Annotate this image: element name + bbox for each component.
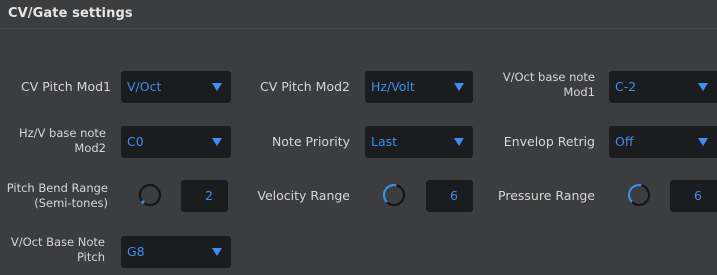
pitch-bend-range-knob[interactable] (137, 182, 163, 208)
rotary-knob-icon (627, 183, 651, 207)
voct-base-note-mod1-dropdown[interactable]: C-2 (609, 71, 717, 103)
knob-level-marker (141, 200, 145, 204)
pressure-range-knob[interactable] (626, 182, 652, 208)
pressure-range-label: Pressure Range (498, 188, 595, 203)
velocity-range-value: 6 (450, 188, 458, 203)
knob-level-arc (627, 183, 642, 203)
cv-pitch-mod1-label: CV Pitch Mod1 (21, 79, 111, 94)
hzv-base-note-mod2-dropdown[interactable]: C0 (121, 126, 231, 158)
voct-base-note-pitch-value: G8 (127, 244, 145, 259)
pitch-bend-range-value: 2 (205, 188, 213, 203)
voct-base-note-pitch-dropdown[interactable]: G8 (121, 236, 231, 268)
envelop-retrig-value: Off (615, 134, 634, 149)
velocity-range-knob[interactable] (381, 182, 407, 208)
chevron-down-icon (212, 138, 222, 146)
note-priority-label: Note Priority (271, 134, 350, 149)
cv-pitch-mod2-dropdown[interactable]: Hz/Volt (365, 71, 473, 103)
knob-level-arc (382, 183, 397, 203)
voct-base-note-pitch-label-line1: V/Oct Base Note (10, 235, 105, 249)
chevron-down-icon (454, 83, 464, 91)
pitch-bend-range-label-line2: (Semi-tones) (34, 196, 108, 210)
rotary-knob-icon (382, 183, 406, 207)
velocity-range-field[interactable]: 6 (426, 180, 473, 212)
rotary-knob-icon (138, 183, 162, 207)
pitch-bend-range-label: Pitch Bend Range (Semi-tones) (7, 181, 108, 211)
pressure-range-field[interactable]: 6 (670, 180, 717, 212)
voct-base-note-mod1-label: V/Oct base note Mod1 (503, 70, 595, 100)
title-divider (0, 28, 717, 29)
note-priority-dropdown[interactable]: Last (365, 126, 473, 158)
velocity-range-label: Velocity Range (257, 188, 350, 203)
hzv-base-note-mod2-label-line1: Hz/V base note (18, 126, 106, 140)
voct-base-note-mod1-label-line1: V/Oct base note (502, 70, 595, 84)
cv-pitch-mod1-value: V/Oct (127, 79, 162, 94)
note-priority-value: Last (371, 134, 398, 149)
envelop-retrig-dropdown[interactable]: Off (609, 126, 717, 158)
voct-base-note-mod1-value: C-2 (615, 79, 637, 94)
cv-pitch-mod1-dropdown[interactable]: V/Oct (121, 71, 231, 103)
chevron-down-icon (212, 83, 222, 91)
hzv-base-note-mod2-label-line2: Mod2 (74, 141, 106, 155)
cv-pitch-mod2-label: CV Pitch Mod2 (260, 79, 350, 94)
voct-base-note-pitch-label: V/Oct Base Note Pitch (11, 235, 105, 265)
chevron-down-icon (212, 248, 222, 256)
chevron-down-icon (698, 138, 708, 146)
envelop-retrig-label: Envelop Retrig (503, 134, 595, 149)
hzv-base-note-mod2-label: Hz/V base note Mod2 (19, 126, 106, 156)
cv-pitch-mod2-value: Hz/Volt (371, 79, 415, 94)
voct-base-note-pitch-label-line2: Pitch (77, 250, 105, 264)
chevron-down-icon (698, 83, 708, 91)
pitch-bend-range-label-line1: Pitch Bend Range (6, 181, 108, 195)
voct-base-note-mod1-label-line2: Mod1 (563, 85, 595, 99)
pitch-bend-range-field[interactable]: 2 (181, 180, 228, 212)
pressure-range-value: 6 (694, 188, 702, 203)
chevron-down-icon (454, 138, 464, 146)
panel-title: CV/Gate settings (8, 6, 133, 21)
hzv-base-note-mod2-value: C0 (127, 134, 144, 149)
cv-gate-settings-panel: CV/Gate settings CV Pitch Mod1 V/Oct CV … (0, 0, 717, 275)
